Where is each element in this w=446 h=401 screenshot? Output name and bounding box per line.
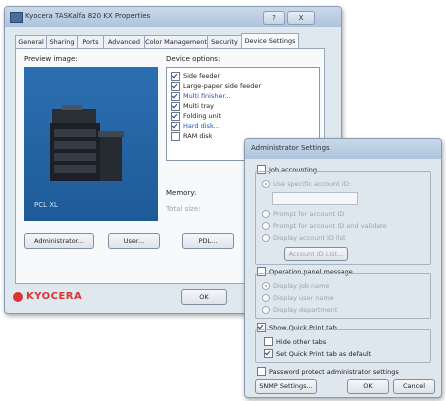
tab-advanced[interactable]: Advanced — [103, 35, 145, 48]
account-id-list-button[interactable]: Account ID List... — [284, 247, 348, 261]
kyocera-logo: KYOCERA — [13, 291, 82, 302]
option-side-feeder[interactable]: Side feeder — [171, 71, 220, 81]
preview-label: Preview image: — [24, 55, 78, 63]
administrator-settings-dialog: Administrator Settings Job accounting Us… — [244, 138, 442, 398]
prompt-and-validate-radio[interactable]: Prompt for account ID and validate — [262, 222, 387, 230]
set-quick-print-default-checkbox[interactable]: Set Quick Print tab as default — [264, 349, 371, 358]
help-button[interactable]: ? — [263, 11, 285, 25]
checkbox-icon[interactable] — [264, 337, 273, 346]
display-account-id-list-radio[interactable]: Display account ID list — [262, 234, 346, 242]
checkbox-icon[interactable] — [171, 101, 180, 111]
ok-button[interactable]: OK — [181, 289, 227, 305]
tab-sharing[interactable]: Sharing — [46, 35, 78, 48]
checkbox-icon[interactable] — [171, 111, 180, 121]
tab-general[interactable]: General — [15, 35, 47, 48]
memory-label: Memory: — [166, 189, 197, 197]
administrator-button[interactable]: Administrator... — [24, 233, 94, 249]
option-multi-finisher[interactable]: Multi finisher... — [171, 91, 231, 101]
dialog-title: Administrator Settings — [251, 144, 330, 152]
radio-icon[interactable] — [262, 306, 270, 314]
job-accounting-group: Use specific account ID: Prompt for acco… — [255, 171, 431, 265]
checkbox-icon[interactable] — [171, 131, 180, 141]
operation-panel-group: Display job name Display user name Displ… — [255, 273, 431, 319]
kyocera-logo-icon — [13, 291, 23, 302]
account-id-input[interactable] — [272, 192, 358, 205]
memory-total-size: Total size: — [166, 205, 201, 213]
option-hard-disk[interactable]: Hard disk... — [171, 121, 220, 131]
pdl-button[interactable]: PDL... — [182, 233, 234, 249]
printer-illustration — [50, 105, 124, 181]
device-options-label: Device options: — [166, 55, 221, 63]
checkbox-icon[interactable] — [171, 121, 180, 131]
radio-icon[interactable] — [262, 294, 270, 302]
option-ram-disk[interactable]: RAM disk — [171, 131, 212, 141]
display-department-radio[interactable]: Display department — [262, 306, 337, 314]
preview-image: PCL XL — [24, 67, 158, 221]
hide-other-tabs-checkbox[interactable]: Hide other tabs — [264, 337, 326, 346]
use-specific-account-id-radio[interactable]: Use specific account ID: — [262, 180, 351, 188]
radio-icon[interactable] — [262, 210, 270, 218]
option-folding-unit[interactable]: Folding unit — [171, 111, 221, 121]
radio-icon[interactable] — [262, 180, 270, 188]
display-job-name-radio[interactable]: Display job name — [262, 282, 329, 290]
dialog-title-bar: Administrator Settings — [245, 139, 441, 159]
checkbox-icon[interactable] — [171, 71, 180, 81]
checkbox-icon[interactable] — [264, 349, 273, 358]
radio-icon[interactable] — [262, 222, 270, 230]
quick-print-group: Hide other tabs Set Quick Print tab as d… — [255, 329, 431, 363]
option-large-paper-side-feeder[interactable]: Large-paper side feeder — [171, 81, 261, 91]
prompt-account-id-radio[interactable]: Prompt for account ID — [262, 210, 344, 218]
close-button[interactable]: X — [287, 11, 315, 25]
dialog-cancel-button[interactable]: Cancel — [393, 379, 435, 394]
option-multi-tray[interactable]: Multi tray — [171, 101, 214, 111]
tab-color-management[interactable]: Color Management — [144, 35, 208, 48]
display-user-name-radio[interactable]: Display user name — [262, 294, 334, 302]
user-button[interactable]: User... — [108, 233, 160, 249]
checkbox-icon[interactable] — [171, 81, 180, 91]
dialog-ok-button[interactable]: OK — [347, 379, 389, 394]
title-bar: Kyocera TASKalfa 820 KX Properties ? X — [5, 7, 341, 27]
tab-security[interactable]: Security — [207, 35, 242, 48]
snmp-settings-button[interactable]: SNMP Settings... — [255, 379, 317, 394]
password-protect-checkbox[interactable]: Password protect administrator settings — [257, 367, 399, 376]
checkbox-icon[interactable] — [171, 91, 180, 101]
radio-icon[interactable] — [262, 282, 270, 290]
tab-ports[interactable]: Ports — [77, 35, 104, 48]
printer-icon — [10, 12, 23, 23]
window-title: Kyocera TASKalfa 820 KX Properties — [25, 12, 151, 20]
tab-device-settings[interactable]: Device Settings — [241, 33, 299, 49]
preview-caption: PCL XL — [34, 201, 58, 209]
checkbox-icon[interactable] — [257, 367, 266, 376]
radio-icon[interactable] — [262, 234, 270, 242]
